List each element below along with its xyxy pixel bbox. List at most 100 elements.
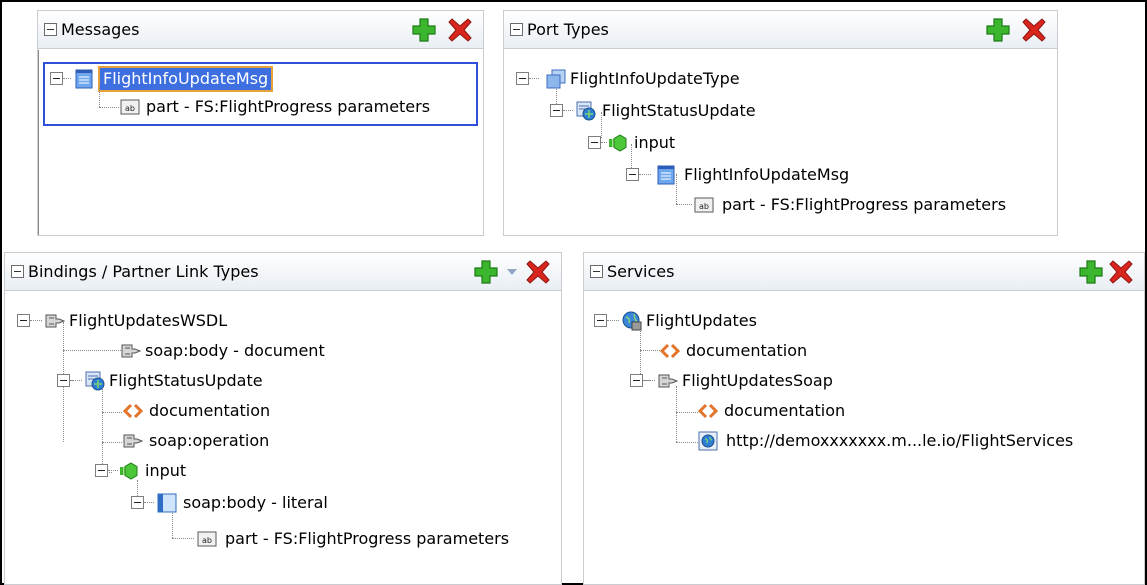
tree-item-label: FlightUpdatesWSDL: [69, 311, 228, 330]
tree-item-label: FlightInfoUpdateType: [570, 69, 740, 88]
delete-x-icon: [1109, 260, 1133, 284]
binding-icon: [123, 431, 144, 451]
messages-panel: Messages FlightInfoUpdateMsg ab part - F…: [37, 10, 484, 236]
documentation-icon: [697, 401, 719, 421]
binding-icon: [658, 371, 679, 391]
operation-icon: [85, 371, 105, 391]
expand-toggle[interactable]: [516, 72, 529, 85]
expand-toggle[interactable]: [594, 314, 607, 327]
expand-toggle[interactable]: [131, 496, 144, 509]
tree-item-documentation[interactable]: documentation: [584, 336, 1134, 366]
chevron-down-icon: [507, 269, 517, 275]
plus-icon: [986, 18, 1010, 42]
tree-item-input[interactable]: input: [5, 456, 545, 486]
tree-item-documentation[interactable]: documentation: [584, 396, 1134, 426]
operation-icon: [576, 101, 596, 121]
wsdl-editor-frame: Messages FlightInfoUpdateMsg ab part - F…: [0, 0, 1147, 585]
tree-item-label: documentation: [724, 401, 846, 420]
delete-x-icon: [526, 260, 550, 284]
tree-item-label: part - FS:FlightProgress parameters: [722, 195, 1007, 214]
add-service-button[interactable]: [1078, 259, 1104, 285]
port-types-panel-header: Port Types: [504, 11, 1057, 49]
tree-item-address[interactable]: http://demoxxxxxxx.m...le.io/FlightServi…: [584, 426, 1144, 456]
delete-service-button[interactable]: [1108, 259, 1134, 285]
tree-item-label: FlightStatusUpdate: [109, 371, 263, 390]
message-icon: [74, 69, 94, 89]
tree-item-label: part - FS:FlightProgress parameters: [225, 529, 510, 548]
tree-item-operation[interactable]: FlightStatusUpdate: [5, 366, 545, 396]
delete-port-type-button[interactable]: [1021, 17, 1047, 43]
port-type-icon: [546, 69, 566, 89]
expand-toggle[interactable]: [626, 168, 639, 181]
expand-toggle[interactable]: [17, 314, 30, 327]
plus-icon: [1079, 260, 1103, 284]
tree-item-port[interactable]: FlightUpdatesSoap: [584, 366, 1134, 396]
tree-item-service[interactable]: FlightUpdates: [584, 306, 1134, 336]
globe-icon: [698, 431, 718, 451]
input-icon: [608, 133, 628, 153]
port-types-panel-title: Port Types: [527, 20, 609, 39]
svg-text:ab: ab: [699, 202, 709, 211]
binding-icon: [45, 311, 66, 331]
add-binding-button[interactable]: [473, 259, 499, 285]
part-ab-icon: ab: [120, 97, 140, 117]
delete-message-button[interactable]: [447, 17, 473, 43]
bindings-collapse-toggle[interactable]: [11, 265, 24, 278]
messages-panel-title: Messages: [61, 20, 140, 39]
tree-item-soap-body[interactable]: soap:body - document: [5, 336, 545, 366]
plus-icon: [474, 260, 498, 284]
services-collapse-toggle[interactable]: [590, 265, 603, 278]
tree-item-label: documentation: [149, 401, 271, 420]
tree-item-port-type[interactable]: FlightInfoUpdateType: [504, 64, 1044, 94]
services-panel-header: Services: [584, 253, 1144, 291]
tree-item-label: soap:body - literal: [183, 493, 328, 512]
add-port-type-button[interactable]: [985, 17, 1011, 43]
messages-tree: FlightInfoUpdateMsg ab part - FS:FlightP…: [38, 50, 483, 235]
message-icon: [656, 165, 676, 185]
services-tree: FlightUpdates documentation FlightUpdate…: [584, 292, 1144, 584]
svg-text:ab: ab: [202, 536, 212, 545]
delete-x-icon: [1022, 18, 1046, 42]
tree-item-label: FlightInfoUpdateMsg: [684, 165, 850, 184]
tree-item-input[interactable]: input: [504, 128, 1044, 158]
delete-x-icon: [448, 18, 472, 42]
tree-item-message[interactable]: FlightInfoUpdateMsg: [504, 160, 1044, 190]
tree-item-operation[interactable]: FlightStatusUpdate: [504, 96, 1044, 126]
port-types-panel: Port Types FlightInfoUpdateType FlightSt…: [503, 10, 1058, 236]
tree-item-soap-operation[interactable]: soap:operation: [5, 426, 545, 456]
tree-item-label: input: [634, 133, 676, 152]
tree-item-documentation[interactable]: documentation: [5, 396, 545, 426]
part-ab-icon: ab: [197, 529, 217, 549]
bindings-panel: Bindings / Partner Link Types FlightUpda…: [4, 252, 562, 585]
expand-toggle[interactable]: [630, 374, 643, 387]
delete-binding-button[interactable]: [525, 259, 551, 285]
tree-item-part[interactable]: ab part - FS:FlightProgress parameters: [38, 92, 478, 122]
services-panel-title: Services: [607, 262, 675, 281]
tree-item-part[interactable]: ab part - FS:FlightProgress parameters: [5, 524, 561, 554]
services-panel: Services FlightUpdates documentation Fli…: [583, 252, 1145, 585]
documentation-icon: [659, 341, 681, 361]
expand-toggle[interactable]: [550, 104, 563, 117]
expand-toggle[interactable]: [95, 464, 108, 477]
tree-item-label: documentation: [686, 341, 808, 360]
tree-item-label: input: [145, 461, 187, 480]
soap-body-icon: [157, 493, 177, 513]
tree-item-part[interactable]: ab part - FS:FlightProgress parameters: [504, 190, 1054, 220]
tree-item-label: FlightStatusUpdate: [602, 101, 756, 120]
part-ab-icon: ab: [694, 195, 714, 215]
tree-item-message[interactable]: FlightInfoUpdateMsg: [38, 64, 478, 94]
expand-toggle[interactable]: [50, 72, 63, 85]
port-types-tree: FlightInfoUpdateType FlightStatusUpdate …: [504, 50, 1057, 235]
tree-item-soap-body[interactable]: soap:body - literal: [5, 488, 545, 518]
add-message-button[interactable]: [411, 17, 437, 43]
tree-item-label: soap:operation: [149, 431, 270, 450]
tree-item-label: FlightUpdatesSoap: [682, 371, 833, 390]
tree-item-binding[interactable]: FlightUpdatesWSDL: [5, 306, 545, 336]
port-types-collapse-toggle[interactable]: [510, 23, 523, 36]
binding-icon: [121, 341, 142, 361]
expand-toggle[interactable]: [57, 374, 70, 387]
tree-item-label: FlightInfoUpdateMsg: [97, 66, 274, 92]
expand-toggle[interactable]: [588, 136, 601, 149]
add-binding-dropdown[interactable]: [505, 259, 519, 285]
messages-collapse-toggle[interactable]: [44, 23, 57, 36]
